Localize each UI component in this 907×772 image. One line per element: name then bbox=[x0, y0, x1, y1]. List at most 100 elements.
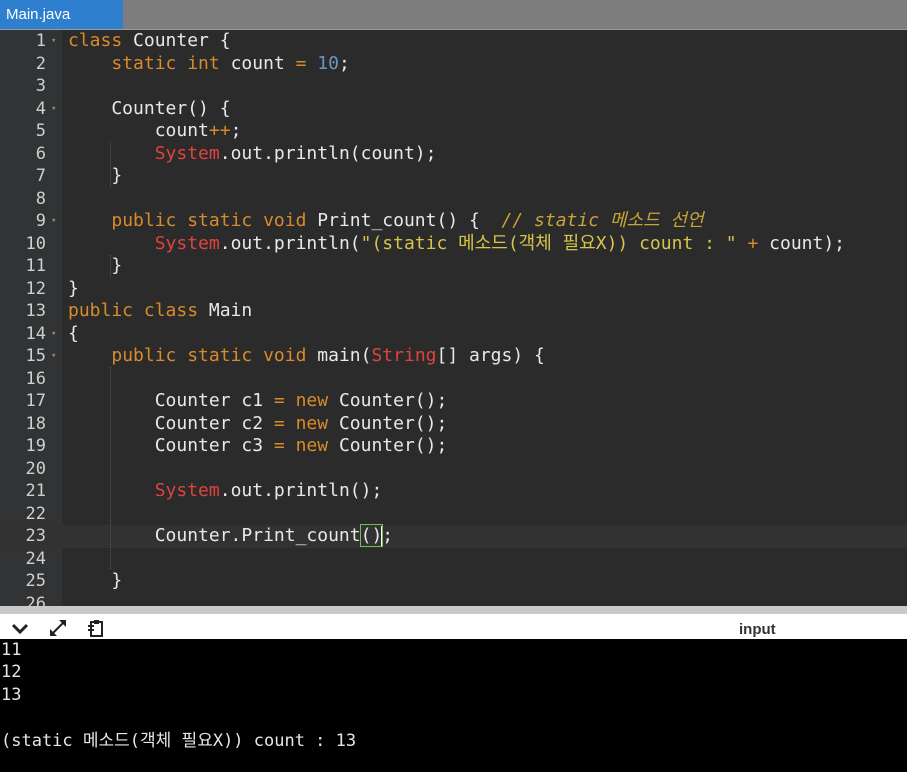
console-line: 12 bbox=[1, 662, 22, 682]
code-token: ; bbox=[338, 52, 350, 74]
tab-main-java[interactable]: Main.java bbox=[0, 0, 123, 29]
line-number: 11 bbox=[25, 256, 46, 276]
code-line[interactable]: 16 bbox=[0, 368, 907, 391]
line-number: 18 bbox=[25, 413, 46, 434]
console-output: 11 12 13 (static 메소드(객체 필요X)) count : 13 bbox=[0, 639, 907, 772]
code-line[interactable]: 23 Counter.Print_count(); bbox=[0, 524, 907, 548]
line-number: 21 bbox=[25, 481, 46, 501]
code-text: } bbox=[68, 255, 122, 278]
code-line[interactable]: 3 bbox=[0, 75, 907, 98]
code-text: } bbox=[68, 570, 122, 593]
code-token: count bbox=[68, 120, 209, 141]
collapse-chevron-icon[interactable] bbox=[10, 618, 30, 638]
line-number: 26 bbox=[25, 593, 46, 607]
code-line[interactable]: 5 count++; bbox=[0, 120, 907, 143]
code-text: Counter() { bbox=[68, 97, 231, 121]
code-line[interactable]: 4 ▾ Counter() { bbox=[0, 98, 907, 121]
code-line[interactable]: 9 ▾ public static void Print_count() { //… bbox=[0, 210, 907, 233]
code-token: Counter c3 bbox=[68, 435, 274, 456]
code-text: count++; bbox=[68, 120, 242, 143]
fold-arrow-icon[interactable]: ▾ bbox=[51, 30, 56, 53]
console-toolbar: input bbox=[0, 606, 907, 639]
code-editor[interactable]: 1 ▾ class Counter {2 static int count = 10… bbox=[0, 30, 907, 606]
input-label[interactable]: input bbox=[739, 621, 776, 638]
code-line[interactable]: 26 bbox=[0, 593, 907, 607]
code-line[interactable]: 11 } bbox=[0, 255, 907, 278]
code-line[interactable]: 10 System.out.println("(static 메소드(객체 필요… bbox=[0, 233, 907, 256]
code-token: public static void bbox=[111, 345, 307, 366]
code-token: + bbox=[747, 232, 759, 254]
code-token: Counter(); bbox=[328, 412, 448, 434]
code-token: 10 bbox=[317, 52, 339, 74]
code-text: System.out.println(); bbox=[68, 480, 383, 503]
code-line[interactable]: 14 ▾ { bbox=[0, 323, 907, 346]
code-line[interactable]: 18 Counter c2 = new Counter(); bbox=[0, 413, 907, 436]
code-text: Counter c1 = new Counter(); bbox=[68, 390, 448, 413]
fold-arrow-icon[interactable]: ▾ bbox=[51, 345, 56, 368]
code-token: = bbox=[295, 52, 307, 74]
code-token: [] args) { bbox=[436, 345, 545, 366]
code-line[interactable]: 7 } bbox=[0, 165, 907, 188]
code-token: static int bbox=[111, 52, 220, 74]
line-number: 25 bbox=[25, 571, 46, 591]
indent-guide bbox=[110, 367, 111, 569]
code-line[interactable]: 1 ▾ class Counter { bbox=[0, 30, 907, 53]
code-text: public static void main(String[] args) { bbox=[68, 345, 545, 368]
code-line[interactable]: 25 } bbox=[0, 570, 907, 593]
fold-arrow-icon[interactable]: ▾ bbox=[51, 98, 56, 121]
code-token: = bbox=[273, 390, 285, 411]
code-text: public static void Print_count() { // st… bbox=[68, 210, 703, 233]
console-line: 13 bbox=[1, 685, 22, 705]
code-text: Counter c3 = new Counter(); bbox=[68, 435, 448, 458]
code-line[interactable]: 22 bbox=[0, 503, 907, 526]
code-token: Counter.Print_count bbox=[68, 525, 361, 546]
code-text: static int count = 10; bbox=[68, 52, 350, 76]
code-token: } bbox=[68, 165, 123, 186]
code-token: count bbox=[219, 52, 296, 74]
code-line[interactable]: 24 bbox=[0, 548, 907, 571]
code-token: Print_count() { bbox=[306, 210, 502, 231]
code-line[interactable]: 8 bbox=[0, 188, 907, 211]
line-number: 16 bbox=[25, 368, 46, 389]
code-token: ++ bbox=[208, 120, 231, 141]
line-number: 17 bbox=[25, 391, 46, 411]
code-token: System bbox=[154, 480, 220, 501]
code-line[interactable]: 21 System.out.println(); bbox=[0, 480, 907, 503]
code-token: main( bbox=[306, 345, 372, 366]
code-line[interactable]: 2 static int count = 10; bbox=[0, 53, 907, 76]
code-token: Counter() { bbox=[68, 97, 231, 119]
code-token: } bbox=[68, 570, 123, 591]
code-token: .out.println(count); bbox=[219, 142, 437, 164]
code-line[interactable]: 6 System.out.println(count); bbox=[0, 143, 907, 166]
code-text: public class Main bbox=[68, 300, 252, 323]
code-token: } bbox=[68, 277, 79, 299]
line-number: 20 bbox=[25, 458, 46, 479]
code-text: System.out.println("(static 메소드(객체 필요X))… bbox=[68, 233, 845, 256]
code-line[interactable]: 17 Counter c1 = new Counter(); bbox=[0, 390, 907, 413]
fold-arrow-icon[interactable]: ▾ bbox=[51, 210, 56, 233]
code-token: public static void bbox=[111, 210, 307, 231]
code-line[interactable]: 20 bbox=[0, 458, 907, 481]
code-line[interactable]: 19 Counter c3 = new Counter(); bbox=[0, 435, 907, 458]
code-token: new bbox=[295, 435, 329, 456]
code-token: Counter(); bbox=[328, 435, 448, 456]
code-token: } bbox=[68, 255, 123, 276]
expand-arrows-icon[interactable] bbox=[48, 618, 68, 638]
code-token: String bbox=[371, 345, 437, 366]
code-line[interactable]: 12} bbox=[0, 278, 907, 301]
code-line[interactable]: 15 ▾ public static void main(String[] arg… bbox=[0, 345, 907, 368]
code-token: Counter c2 bbox=[68, 412, 274, 434]
code-token: { bbox=[68, 322, 79, 344]
code-line[interactable]: 13 public class Main bbox=[0, 300, 907, 323]
code-token: ; bbox=[382, 525, 394, 546]
clipboard-icon[interactable] bbox=[86, 618, 106, 638]
line-number: 24 bbox=[25, 548, 46, 569]
line-number: 23 bbox=[25, 526, 46, 546]
fold-arrow-icon[interactable]: ▾ bbox=[51, 323, 56, 346]
indent-guide bbox=[110, 255, 111, 277]
